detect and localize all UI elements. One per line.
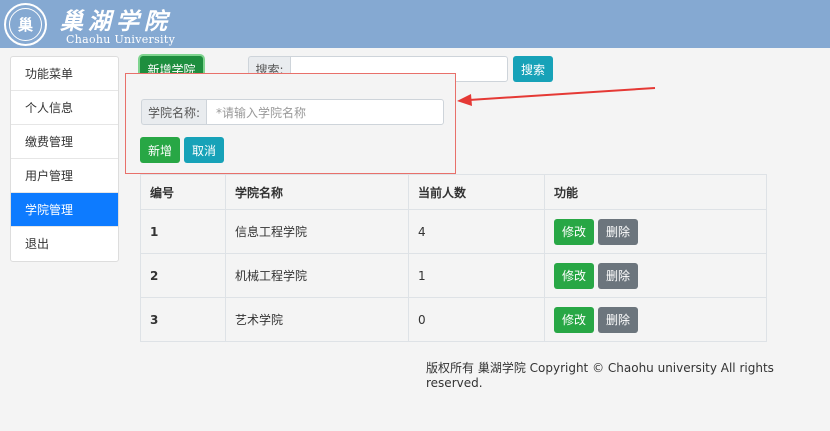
confirm-add-button[interactable]: 新增: [140, 137, 180, 163]
row-actions: 修改 删除: [544, 297, 767, 342]
table-row: 1 信息工程学院 4 修改 删除: [140, 209, 767, 254]
sidebar-item-payment-management[interactable]: 缴费管理: [11, 125, 118, 159]
header-banner: 巢 巢湖学院 Chaohu University: [0, 0, 830, 48]
column-header-count: 当前人数: [408, 174, 545, 210]
sidebar-item-logout[interactable]: 退出: [11, 227, 118, 261]
row-id: 2: [140, 253, 226, 298]
school-name-en: Chaohu University: [66, 33, 176, 46]
row-student-count: 1: [408, 253, 545, 298]
row-id: 1: [140, 209, 226, 254]
search-button[interactable]: 搜索: [513, 56, 553, 82]
sidebar-item-personal-info[interactable]: 个人信息: [11, 91, 118, 125]
edit-button[interactable]: 修改: [554, 218, 594, 245]
row-college-name: 机械工程学院: [225, 253, 409, 298]
table-row: 3 艺术学院 0 修改 删除: [140, 297, 767, 342]
sidebar-menu: 功能菜单 个人信息 缴费管理 用户管理 学院管理 退出: [10, 56, 119, 262]
school-logo: 巢: [4, 3, 47, 46]
row-actions: 修改 删除: [544, 209, 767, 254]
annotation-arrow-icon: [457, 87, 656, 106]
table-header-row: 编号 学院名称 当前人数 功能: [140, 174, 767, 210]
footer-copyright: 版权所有 巢湖学院 Copyright © Chaohu university …: [426, 361, 774, 390]
delete-button[interactable]: 删除: [598, 306, 638, 333]
cancel-button[interactable]: 取消: [184, 137, 224, 163]
row-actions: 修改 删除: [544, 253, 767, 298]
edit-button[interactable]: 修改: [554, 306, 594, 333]
row-student-count: 4: [408, 209, 545, 254]
college-name-label: 学院名称:: [141, 99, 206, 125]
edit-button[interactable]: 修改: [554, 262, 594, 289]
table-row: 2 机械工程学院 1 修改 删除: [140, 253, 767, 298]
college-name-input[interactable]: *请输入学院名称: [206, 99, 444, 125]
row-id: 3: [140, 297, 226, 342]
delete-button[interactable]: 删除: [598, 262, 638, 289]
school-name: 巢湖学院: [60, 8, 172, 35]
delete-button[interactable]: 删除: [598, 218, 638, 245]
sidebar-item-user-management[interactable]: 用户管理: [11, 159, 118, 193]
row-student-count: 0: [408, 297, 545, 342]
logo-emblem-char: 巢: [9, 8, 42, 41]
column-header-id: 编号: [140, 174, 226, 210]
row-college-name: 信息工程学院: [225, 209, 409, 254]
sidebar-item-menu-title: 功能菜单: [11, 57, 118, 91]
sidebar-item-college-management[interactable]: 学院管理: [11, 193, 118, 227]
row-college-name: 艺术学院: [225, 297, 409, 342]
column-header-name: 学院名称: [225, 174, 409, 210]
column-header-actions: 功能: [544, 174, 767, 210]
college-table: 编号 学院名称 当前人数 功能 1 信息工程学院 4 修改 删除 2 机械工程学…: [140, 174, 767, 342]
